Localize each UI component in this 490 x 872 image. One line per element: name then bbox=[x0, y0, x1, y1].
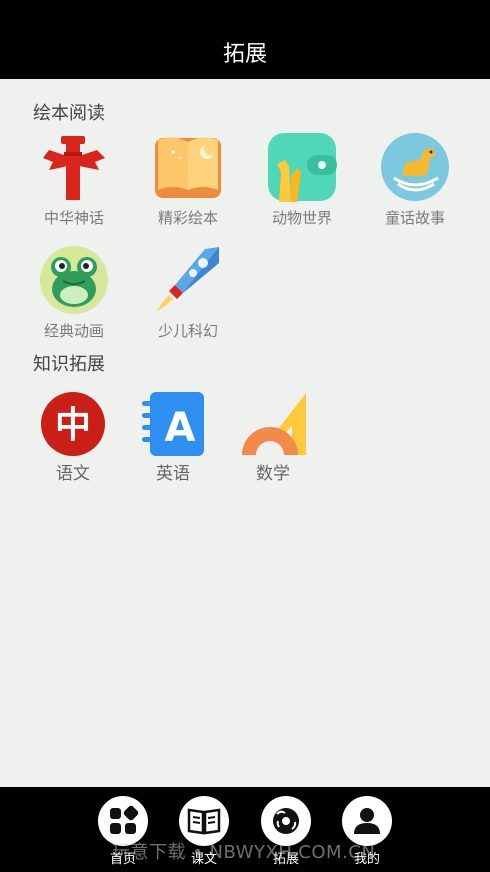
totem-icon bbox=[39, 132, 109, 202]
grid-item-classic-cartoon[interactable]: 经典动画 bbox=[29, 245, 119, 341]
grid-item-label: 精彩绘本 bbox=[157, 209, 218, 227]
grid-item-math[interactable]: 数学 bbox=[228, 391, 318, 484]
section-title-picture-books: 绘本阅读 bbox=[33, 103, 105, 124]
grid-item-picture-book[interactable]: 精彩绘本 bbox=[143, 132, 233, 228]
grid-item-chinese[interactable]: 中 语文 bbox=[28, 391, 118, 484]
section-title-knowledge: 知识拓展 bbox=[33, 354, 105, 375]
grid-item-label: 英语 bbox=[156, 464, 190, 484]
grid-item-english[interactable]: A 英语 bbox=[128, 391, 218, 484]
header-bar: 拓展 bbox=[0, 0, 490, 79]
grid-item-label: 童话故事 bbox=[384, 209, 445, 227]
picture-book-icon bbox=[153, 132, 223, 202]
chinese-icon: 中 bbox=[40, 391, 106, 457]
grid-item-label: 中华神话 bbox=[43, 209, 104, 227]
grid-item-sci-fi[interactable]: 少儿科幻 bbox=[143, 245, 233, 341]
english-icon: A bbox=[140, 391, 206, 457]
rocking-horse-icon bbox=[380, 132, 450, 202]
chinese-glyph: 中 bbox=[55, 405, 91, 446]
giraffe-icon bbox=[267, 132, 337, 202]
grid-item-mythology[interactable]: 中华神话 bbox=[29, 132, 119, 228]
grid-item-label: 动物世界 bbox=[271, 209, 332, 227]
grid-item-label: 语文 bbox=[56, 464, 90, 484]
rocket-icon bbox=[153, 245, 223, 315]
grid-item-label: 数学 bbox=[256, 464, 290, 484]
page-title: 拓展 bbox=[222, 42, 267, 67]
grid-item-animal-world[interactable]: 动物世界 bbox=[257, 132, 347, 228]
grid-item-label: 经典动画 bbox=[43, 322, 104, 340]
english-glyph: A bbox=[165, 405, 196, 451]
frog-icon bbox=[39, 245, 109, 315]
grid-item-label: 少儿科幻 bbox=[157, 322, 218, 340]
math-icon bbox=[240, 391, 306, 457]
grid-item-fairy-tale[interactable]: 童话故事 bbox=[370, 132, 460, 228]
watermark-text: 玩意下载 • NBWYXH.COM.CN bbox=[112, 842, 376, 863]
